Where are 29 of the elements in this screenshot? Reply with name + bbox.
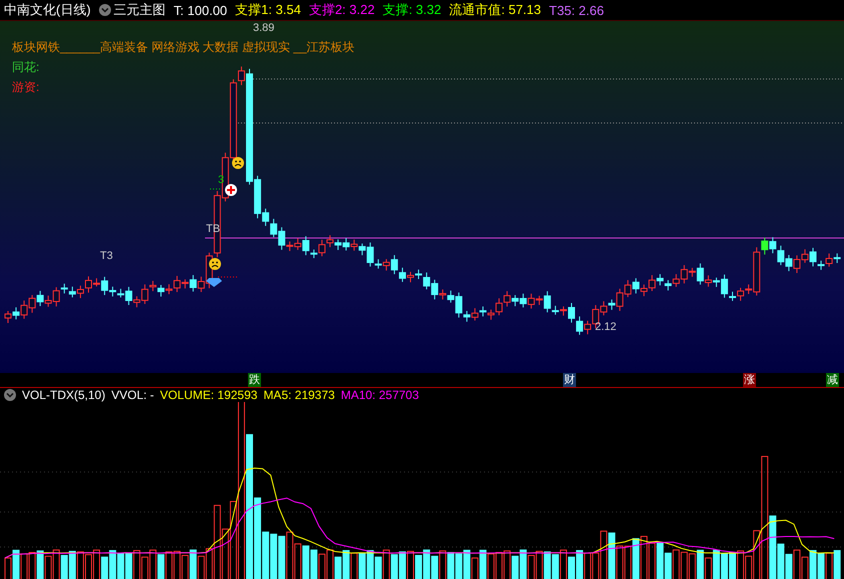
signal-marker: 减 [826, 373, 839, 387]
plus-icon [225, 184, 237, 196]
indicator-value: 支撑: 3.32 [382, 1, 442, 19]
signal-marker: 涨 [743, 373, 756, 387]
dropdown-icon [98, 4, 111, 16]
diamond-icon [206, 278, 222, 287]
signal-marker: 跌 [248, 373, 261, 387]
volume-value: VVOL: - [111, 388, 154, 402]
dropdown-icon[interactable] [4, 389, 16, 401]
indicator-value: T35: 2.66 [549, 2, 604, 18]
annotation-text: 板块网铁______高端装备 网络游戏 大数据 虚拟现实 __江苏板块 [12, 39, 355, 56]
indicator-value: 支撑2: 3.22 [308, 1, 375, 19]
stock-title: 中南文化(日线) [4, 1, 91, 19]
indicator-value: 流通市值: 57.13 [449, 1, 541, 19]
volume-value: MA5: 219373 [263, 388, 335, 402]
sad-face-icon [209, 258, 221, 270]
annotation-text: 同花: [12, 59, 40, 76]
volume-value: MA10: 257703 [340, 388, 419, 402]
sad-face-icon [232, 157, 244, 169]
signal-marker: 财 [563, 373, 576, 387]
volume-value: VOLUME: 192593 [160, 388, 258, 402]
indicator-dropdown[interactable]: 三元主图 [98, 1, 166, 19]
price-label: 3.89 [253, 22, 274, 34]
indicator-value: 支撑1: 3.54 [235, 1, 301, 19]
annotation-text: 游资: [12, 79, 40, 96]
indicator-value: T: 100.00 [174, 2, 228, 18]
price-label: 2.12 [595, 321, 616, 333]
indicator-title: VOL-TDX(5,10) [22, 388, 106, 402]
price-label: T3 [100, 250, 113, 262]
